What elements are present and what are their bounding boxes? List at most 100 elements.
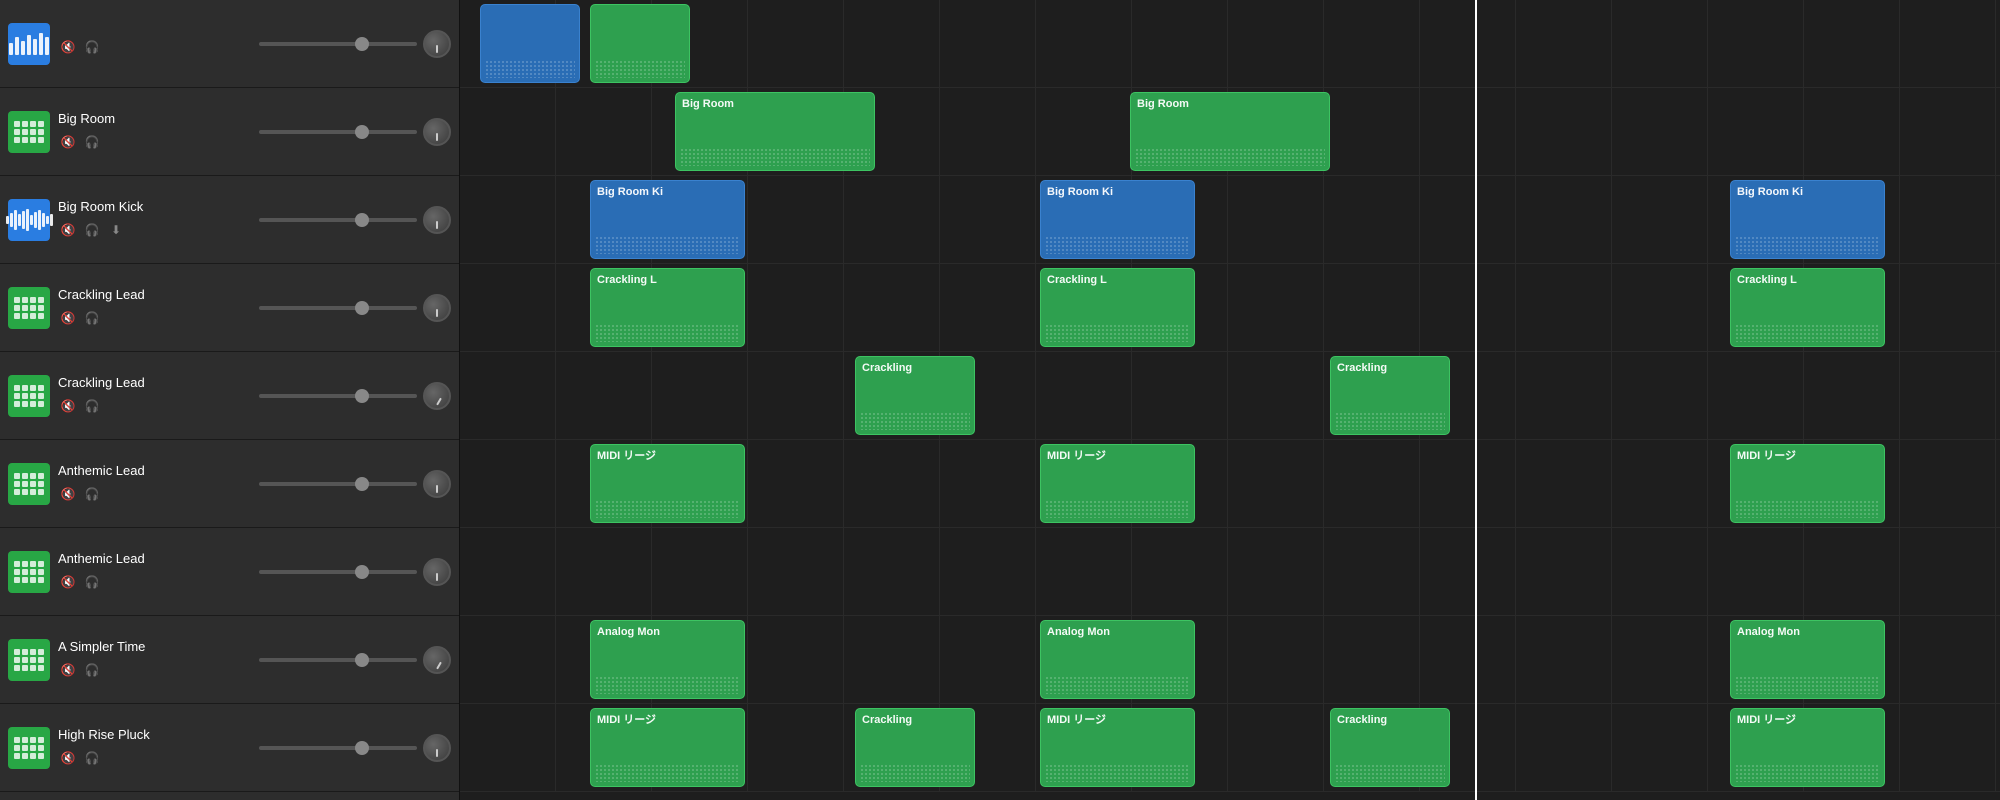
arrangement-panel: Big RoomBig RoomBig Room KiBig Room KiBi…	[460, 0, 2000, 800]
slider-area-6	[259, 558, 452, 586]
clip-label-14: MIDI リージ	[1737, 449, 1878, 463]
clip-7[interactable]: Crackling L	[590, 268, 745, 347]
pan-knob-7[interactable]	[423, 646, 451, 674]
slider-area-1	[259, 118, 452, 146]
clip-1[interactable]	[590, 4, 690, 83]
mute-button-8[interactable]: 🔇	[58, 748, 78, 768]
pan-knob-8[interactable]	[423, 734, 451, 762]
clip-11[interactable]: Crackling	[1330, 356, 1450, 435]
clip-16[interactable]: Analog Mon	[1040, 620, 1195, 699]
clip-label-17: Analog Mon	[1737, 625, 1878, 639]
clip-label-5: Big Room Ki	[1047, 185, 1188, 199]
clip-19[interactable]: Crackling	[855, 708, 975, 787]
mute-button-1[interactable]: 🔇	[58, 132, 78, 152]
mute-button-5[interactable]: 🔇	[58, 484, 78, 504]
clip-12[interactable]: MIDI リージ	[590, 444, 745, 523]
mute-button-0[interactable]: 🔇	[58, 37, 78, 57]
volume-slider-5[interactable]	[259, 482, 418, 486]
clip-5[interactable]: Big Room Ki	[1040, 180, 1195, 259]
clip-label-12: MIDI リージ	[597, 449, 738, 463]
clip-2[interactable]: Big Room	[675, 92, 875, 171]
clip-label-20: MIDI リージ	[1047, 713, 1188, 727]
track-icon-4	[8, 375, 50, 417]
pan-knob-0[interactable]	[423, 30, 451, 58]
volume-slider-0[interactable]	[259, 42, 418, 46]
track-icon-5	[8, 463, 50, 505]
pan-knob-6[interactable]	[423, 558, 451, 586]
mute-button-3[interactable]: 🔇	[58, 308, 78, 328]
slider-area-3	[259, 294, 452, 322]
clip-17[interactable]: Analog Mon	[1730, 620, 1885, 699]
clip-4[interactable]: Big Room Ki	[590, 180, 745, 259]
volume-slider-7[interactable]	[259, 658, 418, 662]
clip-label-10: Crackling	[862, 361, 968, 375]
volume-slider-4[interactable]	[259, 394, 418, 398]
mute-button-4[interactable]: 🔇	[58, 396, 78, 416]
volume-slider-1[interactable]	[259, 130, 418, 134]
clip-label-18: MIDI リージ	[597, 713, 738, 727]
clip-9[interactable]: Crackling L	[1730, 268, 1885, 347]
clip-0[interactable]	[480, 4, 580, 83]
track-row-8: High Rise Pluck🔇🎧	[0, 704, 459, 792]
headphone-button-2[interactable]: 🎧	[82, 220, 102, 240]
clip-22[interactable]: MIDI リージ	[1730, 708, 1885, 787]
clip-21[interactable]: Crackling	[1330, 708, 1450, 787]
clip-14[interactable]: MIDI リージ	[1730, 444, 1885, 523]
headphone-button-7[interactable]: 🎧	[82, 660, 102, 680]
slider-area-5	[259, 470, 452, 498]
headphone-button-3[interactable]: 🎧	[82, 308, 102, 328]
track-lane-4: Crackling Crackling	[460, 352, 2000, 440]
track-lane-1: Big Room Big Room	[460, 88, 2000, 176]
headphone-button-1[interactable]: 🎧	[82, 132, 102, 152]
track-icon-6	[8, 551, 50, 593]
mute-button-2[interactable]: 🔇	[58, 220, 78, 240]
track-name-5: Anthemic Lead	[58, 463, 251, 478]
track-name-3: Crackling Lead	[58, 287, 251, 302]
headphone-button-5[interactable]: 🎧	[82, 484, 102, 504]
clip-20[interactable]: MIDI リージ	[1040, 708, 1195, 787]
clip-6[interactable]: Big Room Ki	[1730, 180, 1885, 259]
pan-knob-2[interactable]	[423, 206, 451, 234]
track-lane-8: MIDI リージ Crackling MIDI リージ Crackling MIDI リ…	[460, 704, 2000, 792]
clip-15[interactable]: Analog Mon	[590, 620, 745, 699]
pan-knob-3[interactable]	[423, 294, 451, 322]
pan-knob-4[interactable]	[423, 382, 451, 410]
track-icon-1	[8, 111, 50, 153]
clip-8[interactable]: Crackling L	[1040, 268, 1195, 347]
clip-3[interactable]: Big Room	[1130, 92, 1330, 171]
track-name-2: Big Room Kick	[58, 199, 251, 214]
mute-button-7[interactable]: 🔇	[58, 660, 78, 680]
headphone-button-8[interactable]: 🎧	[82, 748, 102, 768]
track-lane-7: Analog Mon Analog Mon Analog Mon	[460, 616, 2000, 704]
clip-label-3: Big Room	[1137, 97, 1323, 111]
headphone-button-6[interactable]: 🎧	[82, 572, 102, 592]
pan-knob-1[interactable]	[423, 118, 451, 146]
slider-area-8	[259, 734, 452, 762]
volume-slider-8[interactable]	[259, 746, 418, 750]
clip-label-22: MIDI リージ	[1737, 713, 1878, 727]
track-lane-6	[460, 528, 2000, 616]
mute-button-6[interactable]: 🔇	[58, 572, 78, 592]
volume-slider-3[interactable]	[259, 306, 418, 310]
record-button-2[interactable]: ⬇	[106, 220, 126, 240]
track-row-0: 🔇🎧	[0, 0, 459, 88]
clip-label-2: Big Room	[682, 97, 868, 111]
volume-slider-2[interactable]	[259, 218, 418, 222]
slider-area-4	[259, 382, 452, 410]
arrangement-grid: Big RoomBig RoomBig Room KiBig Room KiBi…	[460, 0, 2000, 800]
clip-18[interactable]: MIDI リージ	[590, 708, 745, 787]
playhead	[1475, 0, 1477, 800]
slider-area-7	[259, 646, 452, 674]
track-icon-7	[8, 639, 50, 681]
pan-knob-5[interactable]	[423, 470, 451, 498]
track-list: 🔇🎧Big Room🔇🎧Big Room Kick🔇🎧⬇Crackling Le…	[0, 0, 460, 800]
clip-label-8: Crackling L	[1047, 273, 1188, 287]
clip-10[interactable]: Crackling	[855, 356, 975, 435]
track-row-6: Anthemic Lead🔇🎧	[0, 528, 459, 616]
headphone-button-4[interactable]: 🎧	[82, 396, 102, 416]
track-row-7: A Simpler Time🔇🎧	[0, 616, 459, 704]
headphone-button-0[interactable]: 🎧	[82, 37, 102, 57]
clip-label-21: Crackling	[1337, 713, 1443, 727]
volume-slider-6[interactable]	[259, 570, 418, 574]
clip-13[interactable]: MIDI リージ	[1040, 444, 1195, 523]
